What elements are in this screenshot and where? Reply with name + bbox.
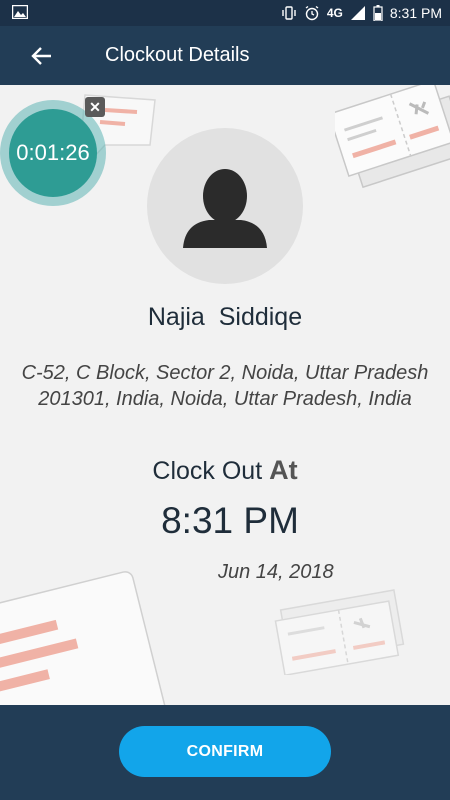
gallery-notification-icon — [12, 5, 28, 19]
app-bar: Clockout Details — [0, 26, 450, 85]
back-arrow-icon[interactable] — [28, 42, 56, 70]
confirm-button[interactable]: CONFIRM — [119, 726, 331, 777]
battery-icon — [373, 5, 383, 21]
status-bar: 4G 8:31 PM — [0, 0, 450, 26]
status-time: 8:31 PM — [389, 5, 442, 21]
alarm-icon — [305, 5, 319, 21]
ticket-illustration — [274, 589, 405, 675]
clock-out-text: Clock Out — [152, 457, 263, 485]
address-line-1: C-52, C Block, Sector 2, Noida, Uttar Pr… — [21, 362, 429, 384]
clock-out-time: 8:31 PM — [161, 500, 299, 541]
timer-value: 0:01:26 — [9, 109, 97, 197]
address-text: C-52, C Block, Sector 2, Noida, Uttar Pr… — [10, 360, 440, 412]
clock-out-at-text: At — [269, 455, 298, 485]
network-type-label: 4G — [326, 6, 343, 20]
close-timer-icon[interactable]: ✕ — [85, 97, 105, 117]
avatar — [147, 128, 303, 284]
document-illustration — [0, 571, 167, 705]
person-icon — [183, 169, 267, 248]
page-title: Clockout Details — [105, 44, 250, 66]
signal-icon — [350, 6, 365, 20]
vibrate-icon — [282, 6, 296, 20]
clock-out-date: Jun 14, 2018 — [218, 561, 334, 583]
clock-out-label: Clock Out At — [0, 455, 450, 486]
boarding-pass-illustration — [335, 85, 450, 189]
address-line-2: 201301, India, Noida, Uttar Pradesh, Ind… — [38, 388, 412, 410]
employee-name: Najia Siddiqe — [147, 303, 303, 331]
